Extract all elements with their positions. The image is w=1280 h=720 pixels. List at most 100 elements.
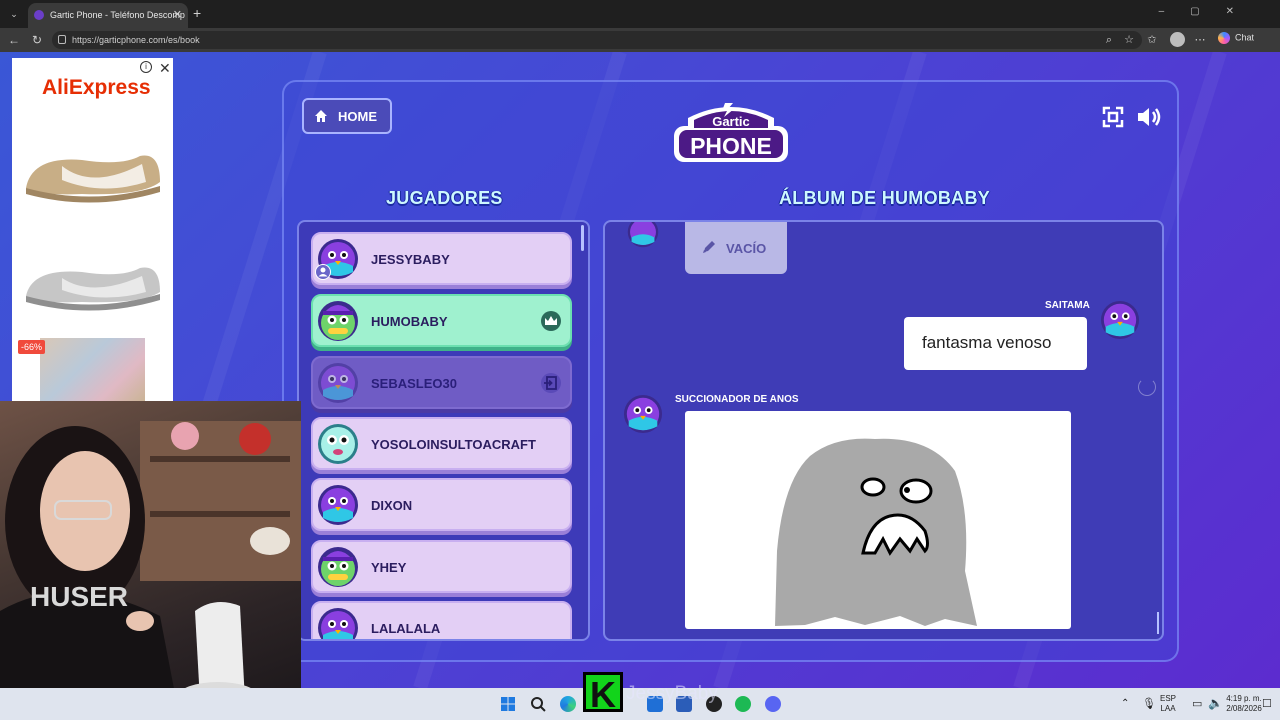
gartic-phone-logo: Gartic PHONE [674,103,788,162]
purple-bird-avatar-icon [318,485,358,525]
loading-spinner-icon [1138,378,1156,396]
player-name: YOSOLOINSULTOACRAFT [371,437,536,452]
copilot-chat-button[interactable]: Chat [1218,32,1254,44]
copilot-icon [1218,32,1230,44]
green-frog-avatar-icon [318,547,358,587]
players-scrollbar[interactable] [581,225,584,251]
browser-tab[interactable]: Gartic Phone - Teléfono Descomp ✕ [28,3,188,28]
empty-label: VACÍO [726,241,767,256]
players-title: JUGADORES [386,188,503,208]
gartic-favicon-icon [34,10,44,20]
clock-time: 4:19 p. m. [1226,694,1262,703]
url-text: https://garticphone.com/es/book [72,35,200,45]
player-name: SEBASLEO30 [371,376,457,391]
site-info-icon[interactable] [58,35,66,44]
home-button[interactable]: HOME [302,98,392,134]
streamer-name: JessyBaby [626,683,718,704]
album-title: ÁLBUM DE HUMOBABY [779,188,991,208]
album-scrollbar[interactable] [1157,612,1159,634]
stream-logo: K [583,672,623,715]
purple-bird-avatar-icon [1100,300,1140,340]
green-frog-avatar-icon [318,301,358,341]
favorite-star-icon[interactable]: ☆ [1123,34,1135,46]
address-bar-row: ← ↻ https://garticphone.com/es/book ⌕ ☆ … [0,28,1280,52]
author-label: SAITAMA [1045,300,1090,311]
svg-text:HUSER: HUSER [30,581,128,612]
ad-info-icon[interactable]: i [140,61,152,73]
ad-close-icon[interactable]: ✕ [159,60,171,77]
ad-brand: AliExpress [42,76,151,99]
player-card[interactable]: YOSOLOINSULTOACRAFT [311,417,572,470]
player-name: JESSYBABY [371,252,450,267]
webcam-overlay: HUSER [0,401,301,720]
player-name: LALALALA [371,621,441,636]
player-card[interactable]: DIXON [311,478,572,531]
user-badge-icon [315,264,331,280]
tab-close-icon[interactable]: ✕ [173,8,182,21]
spotify-icon[interactable] [735,696,751,712]
shoe-image-silver [26,267,160,311]
product-image-cards [40,338,145,403]
player-card-disconnected[interactable]: SEBASLEO30 [311,356,572,409]
player-name: DIXON [371,498,413,513]
phrase-bubble: fantasma venoso [904,317,1087,370]
player-card[interactable]: JESSYBABY [311,232,572,285]
ghost-drawing-image [775,438,977,626]
player-card[interactable]: YHEY [311,540,572,593]
svg-text:PHONE: PHONE [690,133,772,159]
album-feed[interactable]: VACÍO SAITAMA fantasma venoso SUCCIONADO… [603,220,1164,641]
back-icon[interactable]: ← [8,33,20,47]
fullscreen-icon[interactable] [1102,106,1124,128]
svg-text:Gartic: Gartic [712,114,750,129]
window-controls[interactable]: –▢✕ [1159,6,1260,17]
aliexpress-ad[interactable]: AliExpress -66% [12,58,173,403]
webcam-image: HUSER [0,421,301,720]
favorites-icon[interactable]: ✩ [1146,34,1158,46]
volume-icon[interactable] [1136,106,1162,128]
language-code: ESP [1160,694,1177,703]
language-indicator[interactable]: ESP LAA [1160,694,1176,714]
discount-badge: -66% [18,340,46,354]
profile-avatar[interactable] [1170,32,1185,47]
pencil-icon [703,241,715,253]
players-list[interactable]: JESSYBABY HUMOBABY SEBASLEO30 YOSOLOINSU… [297,220,590,641]
player-card[interactable]: LALALALA [311,601,572,639]
chat-label: Chat [1235,32,1255,43]
tab-title: Gartic Phone - Teléfono Descomp [50,10,185,20]
clock[interactable]: 4:19 p. m. 2/08/2026 [1226,694,1262,714]
zoom-icon[interactable]: ⌕ [1103,34,1115,46]
player-card-active[interactable]: HUMOBABY [311,294,572,347]
edge-icon[interactable] [560,696,576,712]
more-menu-icon[interactable]: ⋯ [1194,34,1206,46]
windows-start-icon[interactable] [500,696,516,712]
purple-bird-avatar-icon [318,608,358,639]
author-label: SUCCIONADOR DE ANOS [675,394,799,405]
cyan-ghost-avatar-icon [318,424,358,464]
purple-bird-avatar-icon [627,222,659,248]
clock-date: 2/08/2026 [1226,704,1262,713]
tab-actions-icon[interactable]: ⌄ [6,6,22,22]
player-name: YHEY [371,560,407,575]
discord-icon[interactable] [765,696,781,712]
crown-icon [541,311,561,331]
browser-tab-bar: ⌄ Gartic Phone - Teléfono Descomp ✕ + –▢… [0,0,1280,28]
speaker-icon[interactable]: 🔈 [1208,696,1223,710]
empty-entry: VACÍO [685,222,787,274]
shoe-image-beige [26,155,160,203]
player-name: HUMOBABY [371,314,448,329]
purple-bird-avatar-icon [318,363,358,403]
new-tab-icon[interactable]: + [193,5,201,21]
home-icon [315,110,327,122]
purple-bird-avatar-icon [623,394,663,434]
reload-icon[interactable]: ↻ [32,33,42,47]
search-icon[interactable] [530,696,546,712]
tray-chevron-icon[interactable]: ⌃ [1121,698,1129,709]
ghost-drawing [685,411,1071,629]
network-icon[interactable]: ▭ [1192,697,1202,710]
url-field[interactable]: https://garticphone.com/es/book [52,31,1142,49]
keyboard-layout: LAA [1160,704,1176,713]
microphone-icon[interactable]: 🎙 [1142,697,1156,710]
notifications-icon[interactable]: ☐ [1262,697,1272,710]
home-label: HOME [338,109,377,124]
exit-icon [541,373,561,393]
